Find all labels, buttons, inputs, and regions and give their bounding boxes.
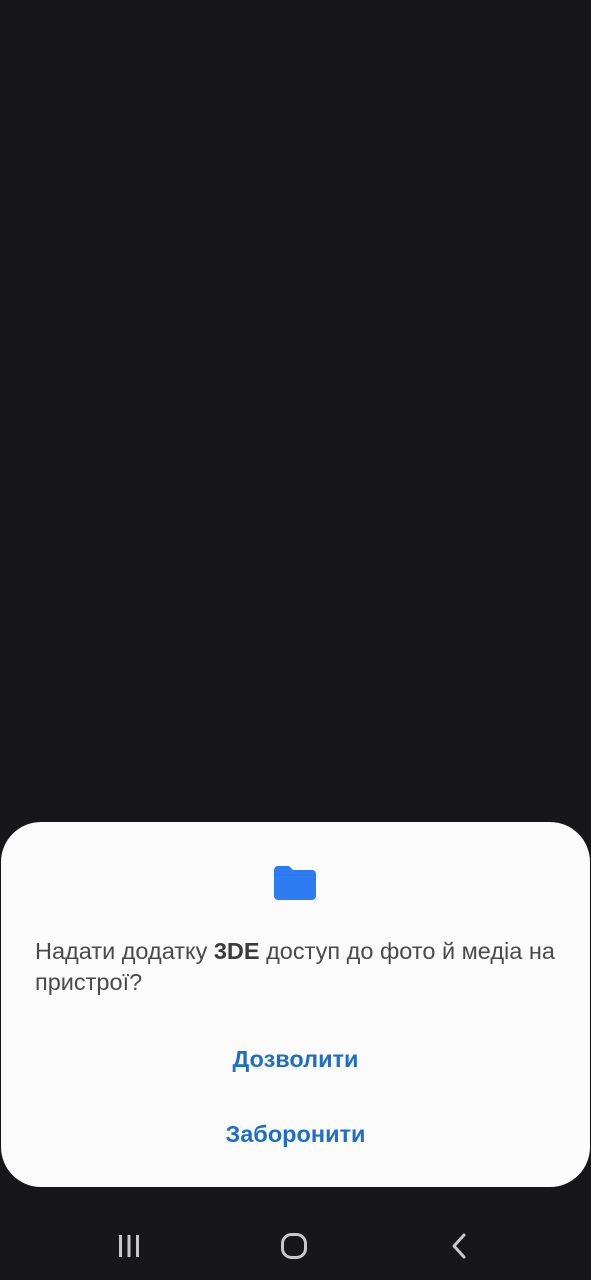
home-button[interactable] [272, 1224, 316, 1268]
allow-button[interactable]: Дозволити [40, 1029, 551, 1089]
recent-apps-button[interactable] [107, 1224, 151, 1268]
folder-icon [274, 866, 316, 900]
deny-button[interactable]: Заборонити [40, 1104, 551, 1164]
back-icon [452, 1233, 466, 1259]
app-name: 3DE [213, 938, 260, 964]
back-button[interactable] [438, 1224, 482, 1268]
message-prefix: Надати додатку [35, 938, 214, 964]
home-icon [281, 1233, 307, 1259]
permission-message: Надати додатку 3DE доступ до фото й меді… [35, 936, 565, 998]
recent-apps-icon [119, 1235, 139, 1257]
